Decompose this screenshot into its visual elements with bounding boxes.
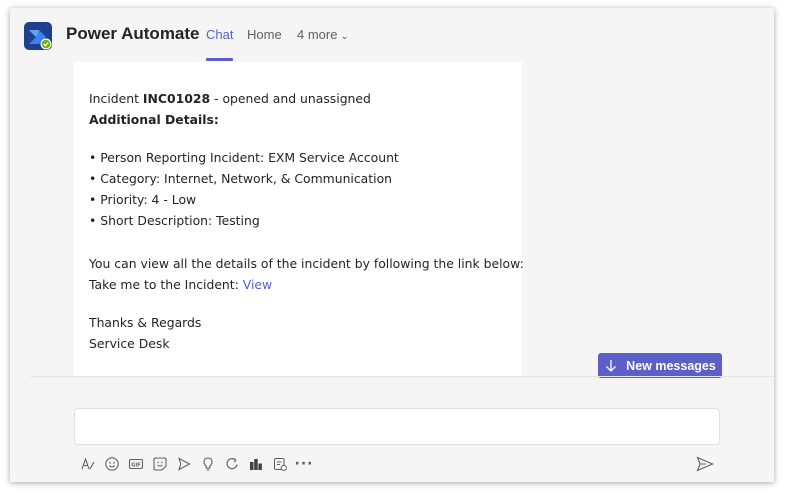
teams-window: Power Automate Chat Home 4 more ⌄ Inciden… <box>10 8 774 482</box>
gif-icon[interactable]: GIF <box>128 456 144 472</box>
new-messages-label: New messages <box>626 358 716 373</box>
detail-bullet: • Short Description: Testing <box>89 213 260 228</box>
arrow-down-icon <box>606 359 617 372</box>
apps-icon[interactable] <box>248 456 264 472</box>
sticker-icon[interactable] <box>152 456 168 472</box>
praise-icon[interactable] <box>200 456 216 472</box>
closing-text: Thanks & Regards <box>89 315 202 330</box>
incident-prefix: Incident <box>89 91 143 106</box>
detail-bullet: • Person Reporting Incident: EXM Service… <box>89 150 399 165</box>
format-icon[interactable] <box>80 456 96 472</box>
app-header: Power Automate Chat Home 4 more ⌄ <box>10 8 774 62</box>
tab-home[interactable]: Home <box>247 27 282 42</box>
chevron-down-icon: ⌄ <box>340 31 349 42</box>
loop-icon[interactable] <box>224 456 240 472</box>
power-automate-logo-icon <box>24 22 52 50</box>
view-incident-link[interactable]: View <box>243 277 272 292</box>
meet-icon[interactable] <box>176 456 192 472</box>
incident-status: - opened and unassigned <box>210 91 371 106</box>
more-options-icon[interactable]: ··· <box>295 456 313 472</box>
svg-text:GIF: GIF <box>131 462 140 468</box>
message-compose-input[interactable] <box>74 408 720 445</box>
view-instructions: You can view all the details of the inci… <box>89 256 524 271</box>
incident-id: INC01028 <box>142 91 211 106</box>
detail-bullet: • Priority: 4 - Low <box>89 192 197 207</box>
schedule-icon[interactable] <box>272 456 288 472</box>
incident-link-line: Take me to the Incident: View <box>89 277 272 292</box>
link-prefix: Take me to the Incident: <box>89 277 243 292</box>
details-heading: Additional Details: <box>89 112 219 127</box>
tab-chat[interactable]: Chat <box>206 27 233 42</box>
compose-divider <box>30 376 774 377</box>
active-tab-indicator <box>206 58 233 61</box>
emoji-icon[interactable] <box>104 456 120 472</box>
app-title: Power Automate <box>66 24 200 43</box>
compose-toolbar: GIF ··· <box>80 454 312 474</box>
new-messages-button[interactable]: New messages <box>598 353 722 378</box>
detail-bullet: • Category: Internet, Network, & Communi… <box>89 171 393 186</box>
tab-more[interactable]: 4 more ⌄ <box>297 27 349 42</box>
tab-more-label: 4 more <box>297 27 338 42</box>
send-icon[interactable] <box>696 456 714 472</box>
incident-line: Incident INC01028 - opened and unassigne… <box>89 91 371 106</box>
signature-text: Service Desk <box>89 336 170 351</box>
incident-message-card: Incident INC01028 - opened and unassigne… <box>74 62 524 376</box>
